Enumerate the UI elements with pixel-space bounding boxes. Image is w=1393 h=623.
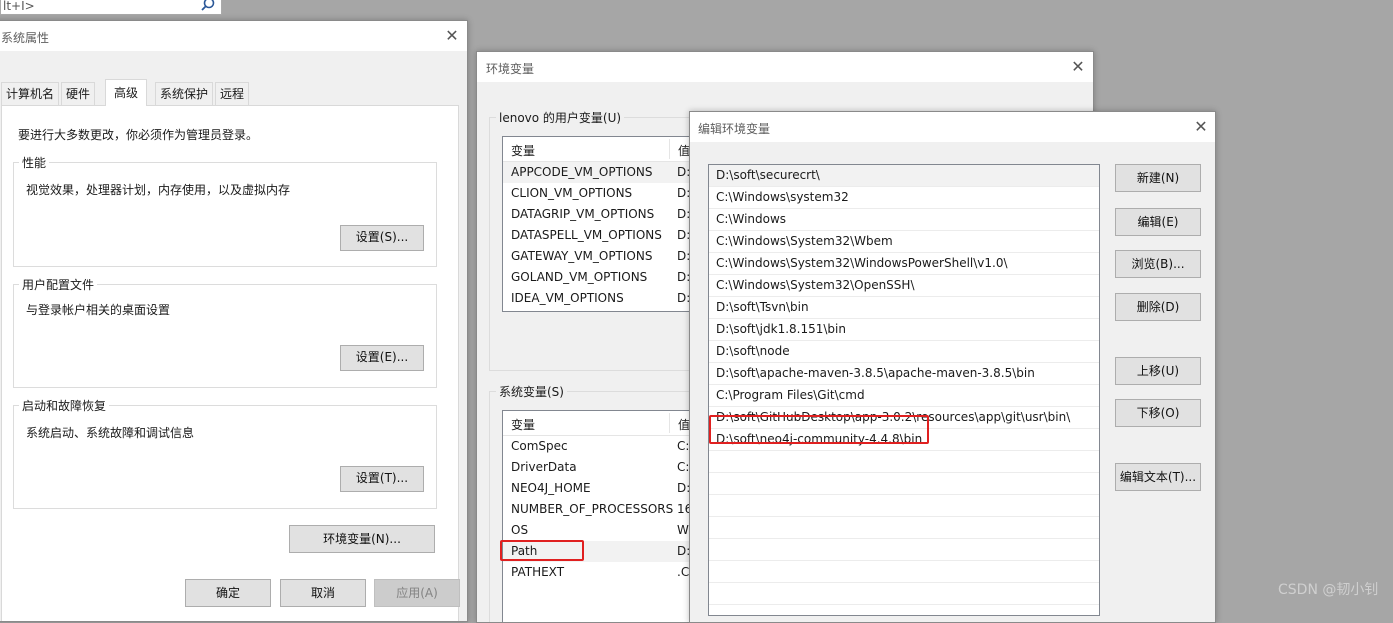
variable-name: APPCODE_VM_OPTIONS <box>511 165 653 179</box>
variable-name: NUMBER_OF_PROCESSORS <box>511 502 674 516</box>
variable-value: C: <box>677 460 690 474</box>
tab-hardware[interactable]: 硬件 <box>61 82 96 105</box>
variable-name: NEO4J_HOME <box>511 481 591 495</box>
system-properties-window: 系统属性 ✕ 计算机名 硬件 高级 系统保护 远程 要进行大多数更改，你必须作为… <box>0 20 468 622</box>
tab-remote[interactable]: 远程 <box>215 82 250 105</box>
performance-description: 视觉效果，处理器计划，内存使用，以及虚拟内存 <box>26 183 291 197</box>
path-entry[interactable]: C:\Program Files\Git\cmd <box>709 385 1099 407</box>
path-entry[interactable]: C:\Windows\System32\WindowsPowerShell\v1… <box>709 253 1099 275</box>
user-profiles-group: 与登录帐户相关的桌面设置 设置(E)... <box>13 284 437 388</box>
variable-name: DATASPELL_VM_OPTIONS <box>511 228 662 242</box>
environment-variables-button[interactable]: 环境变量(N)... <box>289 525 435 553</box>
close-icon[interactable]: ✕ <box>1191 118 1211 136</box>
variable-name: GATEWAY_VM_OPTIONS <box>511 249 653 263</box>
tab-panel: 要进行大多数更改，你必须作为管理员登录。 视觉效果，处理器计划，内存使用，以及虚… <box>1 105 459 621</box>
edit-environment-variable-window: 编辑环境变量 ✕ D:\soft\securecrt\ C:\Windows\s… <box>689 111 1216 623</box>
close-icon[interactable]: ✕ <box>1068 58 1088 76</box>
variable-name: IDEA_VM_OPTIONS <box>511 291 624 305</box>
tab-system-protection[interactable]: 系统保护 <box>155 82 214 105</box>
user-variables-label: lenovo 的用户变量(U) <box>496 109 625 126</box>
startup-recovery-group: 系统启动、系统故障和调试信息 设置(T)... <box>13 405 437 509</box>
variable-name: CLION_VM_OPTIONS <box>511 186 633 200</box>
path-entry-empty[interactable] <box>709 451 1099 473</box>
variable-name: DriverData <box>511 460 577 474</box>
variable-name: ComSpec <box>511 439 568 453</box>
column-divider[interactable] <box>669 413 670 433</box>
path-entry[interactable]: D:\soft\securecrt\ <box>709 165 1099 187</box>
system-properties-titlebar: 系统属性 ✕ <box>0 21 467 51</box>
browse-button[interactable]: 浏览(B)... <box>1115 250 1201 278</box>
search-icon[interactable] <box>200 0 216 13</box>
neo4j-highlight-box <box>709 415 929 444</box>
user-profiles-description: 与登录帐户相关的桌面设置 <box>26 303 171 317</box>
path-entry[interactable]: D:\soft\apache-maven-3.8.5\apache-maven-… <box>709 363 1099 385</box>
performance-settings-button[interactable]: 设置(S)... <box>340 225 424 251</box>
path-entry-empty[interactable] <box>709 605 1099 615</box>
path-entry[interactable]: D:\soft\node <box>709 341 1099 363</box>
path-entry[interactable]: C:\Windows\system32 <box>709 187 1099 209</box>
path-highlight-box <box>500 540 584 561</box>
column-header-variable[interactable]: 变量 <box>511 142 535 159</box>
variable-value: W <box>677 523 689 537</box>
edit-button[interactable]: 编辑(E) <box>1115 208 1201 236</box>
move-up-button[interactable]: 上移(U) <box>1115 357 1201 385</box>
performance-label: 性能 <box>19 154 50 171</box>
path-entry-empty[interactable] <box>709 517 1099 539</box>
startup-recovery-description: 系统启动、系统故障和调试信息 <box>26 426 195 440</box>
tab-advanced[interactable]: 高级 <box>105 79 148 106</box>
path-entry-empty[interactable] <box>709 539 1099 561</box>
path-entry[interactable]: D:\soft\jdk1.8.151\bin <box>709 319 1099 341</box>
apply-button[interactable]: 应用(A) <box>374 579 460 607</box>
close-icon[interactable]: ✕ <box>442 27 462 45</box>
path-entry-empty[interactable] <box>709 561 1099 583</box>
path-entry-empty[interactable] <box>709 583 1099 605</box>
ok-button[interactable]: 确定 <box>185 579 271 607</box>
new-button[interactable]: 新建(N) <box>1115 164 1201 192</box>
path-entry[interactable]: C:\Windows <box>709 209 1099 231</box>
delete-button[interactable]: 删除(D) <box>1115 293 1201 321</box>
variable-name: PATHEXT <box>511 565 565 579</box>
path-entry-empty[interactable] <box>709 495 1099 517</box>
system-variables-label: 系统变量(S) <box>496 383 567 400</box>
edit-text-button[interactable]: 编辑文本(T)... <box>1115 463 1201 491</box>
cancel-button[interactable]: 取消 <box>280 579 366 607</box>
search-box[interactable]: lt+I> <box>0 0 222 15</box>
window-title: 环境变量 <box>486 62 535 76</box>
performance-group: 视觉效果，处理器计划，内存使用，以及虚拟内存 设置(S)... <box>13 162 437 267</box>
column-header-variable[interactable]: 变量 <box>511 416 535 433</box>
move-down-button[interactable]: 下移(O) <box>1115 399 1201 427</box>
path-entry-empty[interactable] <box>709 473 1099 495</box>
path-entry[interactable]: C:\Windows\System32\OpenSSH\ <box>709 275 1099 297</box>
window-title: 编辑环境变量 <box>698 122 771 136</box>
variable-name: GOLAND_VM_OPTIONS <box>511 270 648 284</box>
user-profiles-label: 用户配置文件 <box>19 276 98 293</box>
startup-recovery-label: 启动和故障恢复 <box>19 397 110 414</box>
tab-computer-name[interactable]: 计算机名 <box>1 82 60 105</box>
edit-env-titlebar: 编辑环境变量 ✕ <box>690 112 1215 142</box>
variable-value: .C <box>677 565 690 579</box>
admin-note: 要进行大多数更改，你必须作为管理员登录。 <box>18 128 259 142</box>
environment-variables-titlebar: 环境变量 ✕ <box>477 52 1093 82</box>
variable-name: DATAGRIP_VM_OPTIONS <box>511 207 655 221</box>
path-list[interactable]: D:\soft\securecrt\ C:\Windows\system32 C… <box>708 164 1100 616</box>
startup-recovery-settings-button[interactable]: 设置(T)... <box>340 466 424 492</box>
path-entry[interactable]: C:\Windows\System32\Wbem <box>709 231 1099 253</box>
column-divider[interactable] <box>669 139 670 159</box>
variable-name: OS <box>511 523 529 537</box>
user-profiles-settings-button[interactable]: 设置(E)... <box>340 345 424 371</box>
variable-value: C: <box>677 439 690 453</box>
path-entry[interactable]: D:\soft\Tsvn\bin <box>709 297 1099 319</box>
window-title: 系统属性 <box>1 31 50 45</box>
search-text: lt+I> <box>3 0 35 13</box>
watermark: CSDN @韧小钊 <box>1278 582 1379 598</box>
